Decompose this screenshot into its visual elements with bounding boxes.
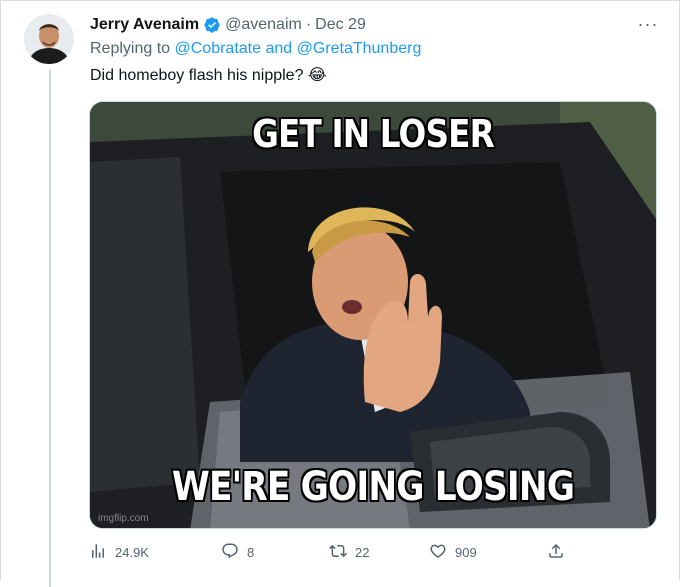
retweet-count: 22 — [355, 544, 370, 560]
replying-prefix: Replying to — [90, 40, 171, 57]
thread-line — [49, 70, 51, 587]
tweet-header: Jerry Avenaim @avenaim · Dec 29 — [90, 14, 366, 36]
retweet-icon — [329, 542, 347, 563]
image-watermark: imgflip.com — [98, 513, 149, 524]
like-button[interactable]: 909 — [429, 540, 477, 564]
tweet-text: Did homeboy flash his nipple? 😂 — [90, 67, 327, 84]
views-count: 24.9K — [115, 544, 149, 560]
reply-icon — [221, 542, 239, 563]
tweet-media-image[interactable]: GET IN LOSER WE'RE GOING LOSING imgflip.… — [89, 101, 657, 529]
tweet-actions: 24.9K 8 22 909 — [89, 540, 579, 564]
author-name[interactable]: Jerry Avenaim — [90, 16, 199, 34]
share-button[interactable] — [547, 540, 565, 564]
like-icon — [429, 542, 447, 563]
like-count: 909 — [455, 544, 477, 560]
meme-bottom-caption: WE'RE GOING LOSING — [171, 464, 575, 510]
retweet-button[interactable]: 22 — [329, 540, 369, 564]
tweet-date[interactable]: Dec 29 — [315, 16, 366, 34]
verified-badge-icon — [203, 16, 221, 34]
separator-dot: · — [305, 16, 312, 33]
replying-to: Replying to @Cobratate and @GretaThunber… — [90, 40, 421, 58]
views-icon — [89, 542, 107, 563]
share-icon — [547, 542, 565, 563]
avatar[interactable] — [24, 14, 74, 64]
meme-top-caption: GET IN LOSER — [252, 112, 495, 156]
reply-count: 8 — [247, 544, 255, 560]
replying-mentions[interactable]: @Cobratate and @GretaThunberg — [175, 40, 422, 57]
author-handle[interactable]: @avenaim — [225, 16, 302, 34]
reply-button[interactable]: 8 — [221, 540, 254, 564]
more-icon[interactable]: ··· — [636, 12, 660, 36]
views-button[interactable]: 24.9K — [89, 540, 149, 564]
